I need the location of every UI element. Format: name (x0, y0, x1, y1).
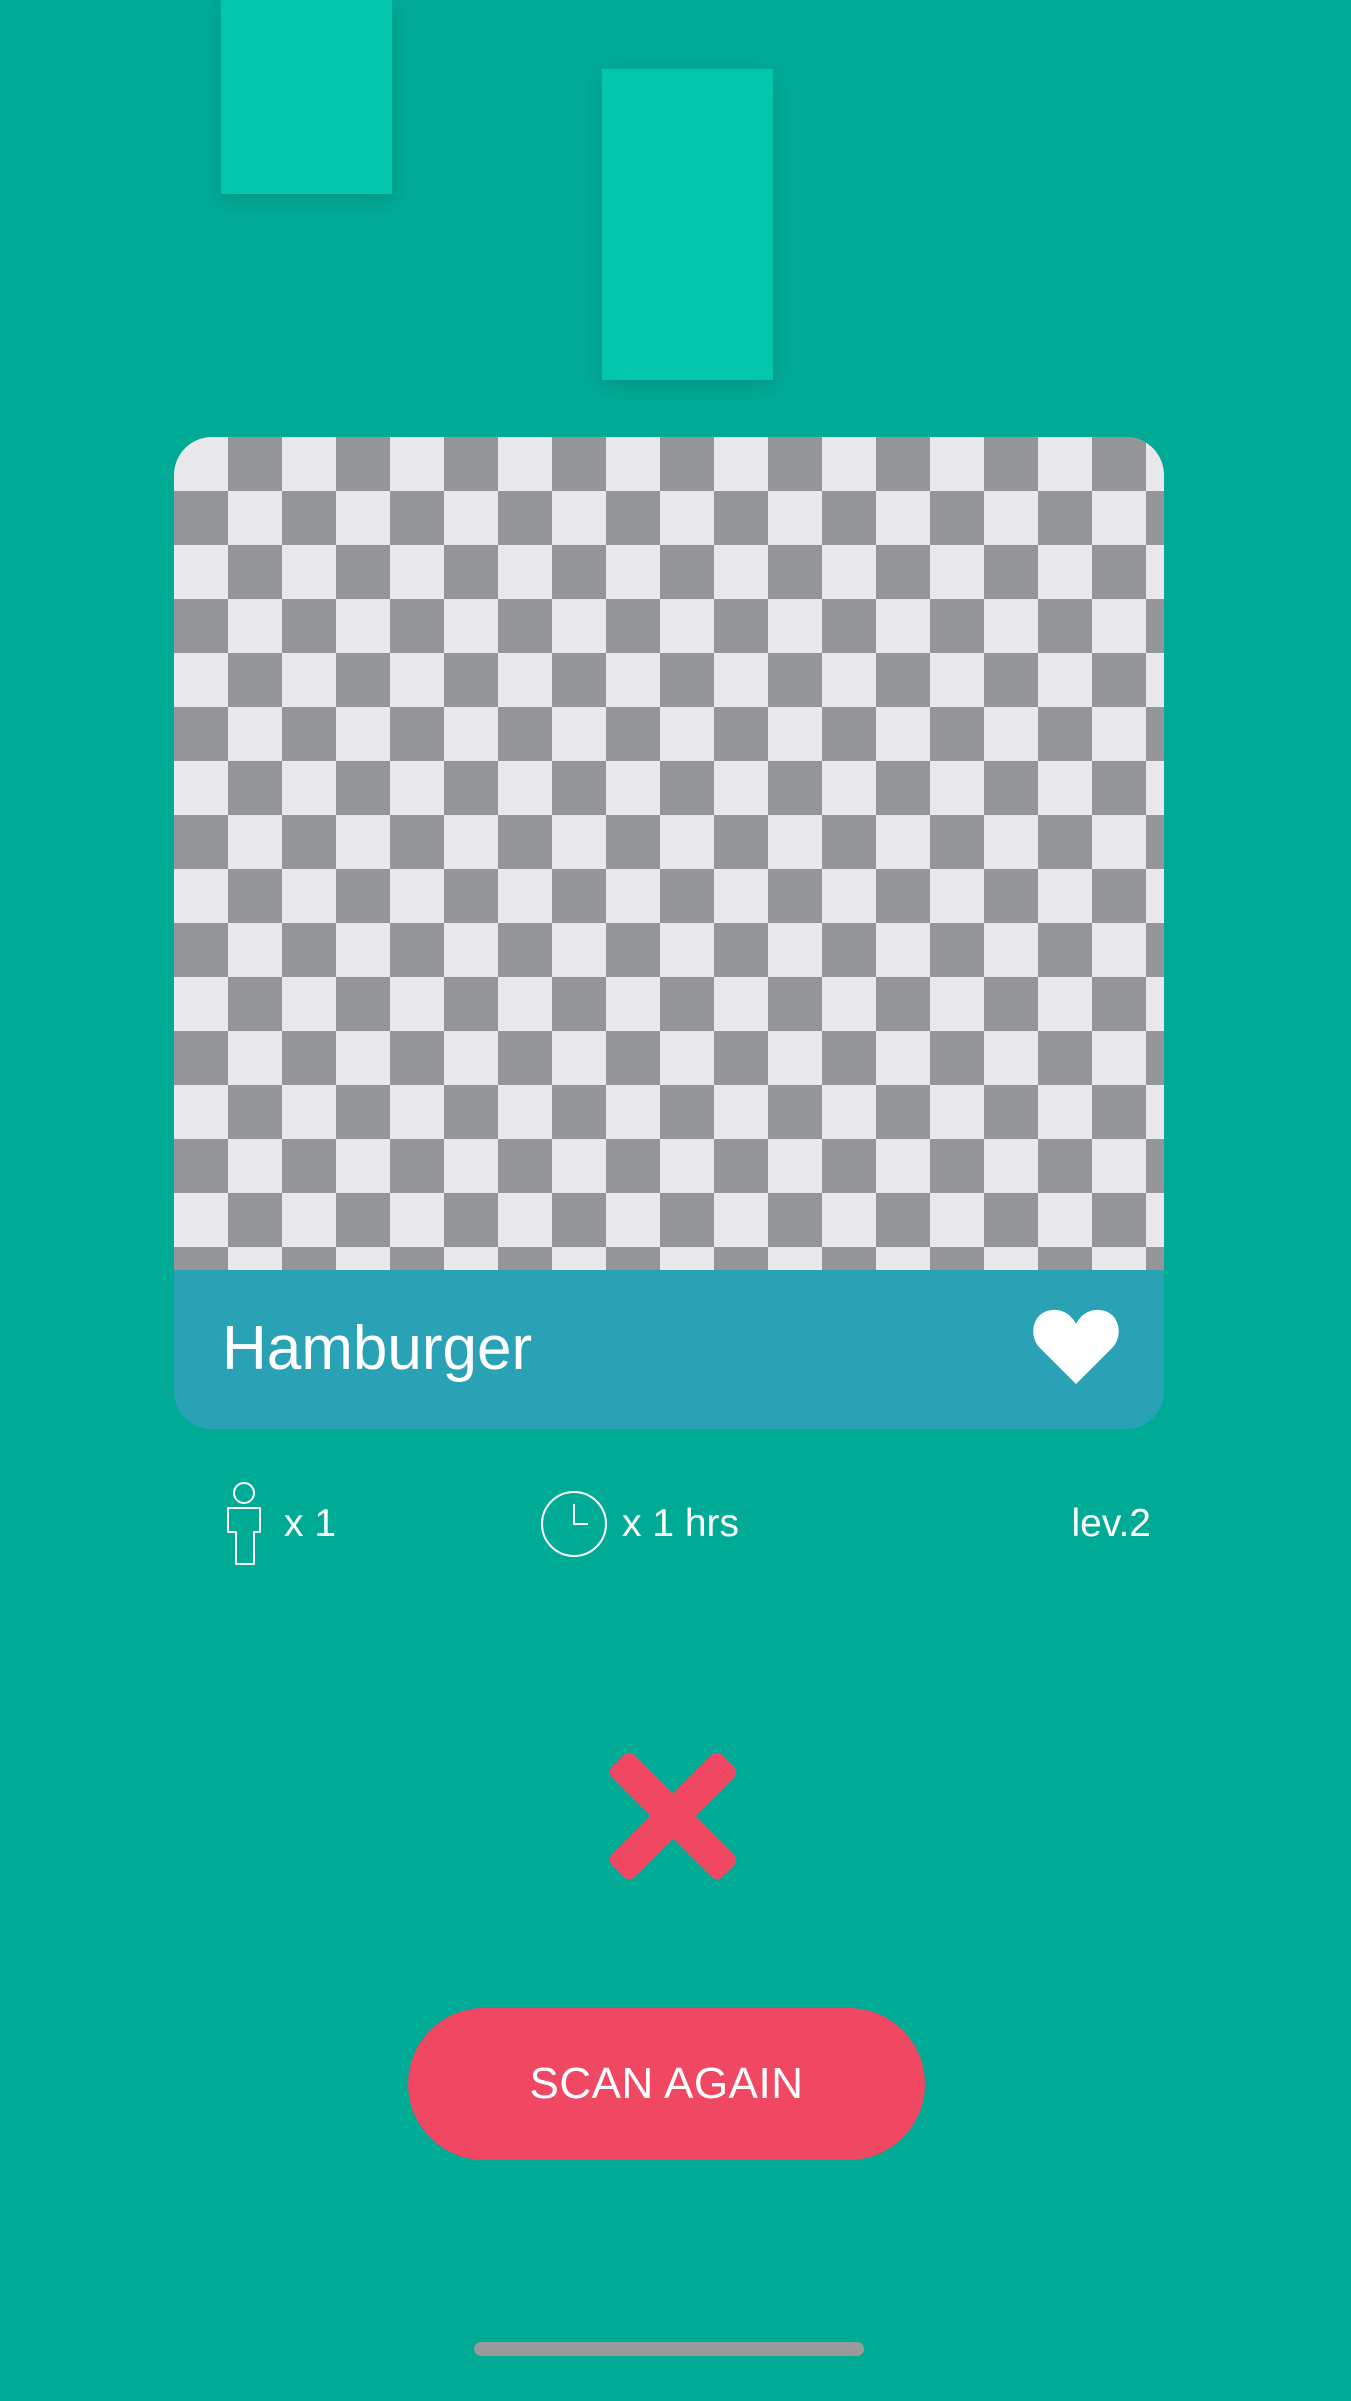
app-screen: Hamburger x 1 x 1 hrs lev.2 SCAN AGAIN (0, 0, 1351, 2401)
recipe-card[interactable]: Hamburger (174, 437, 1164, 1429)
decorative-block-left (221, 0, 392, 194)
recipe-title: Hamburger (222, 1314, 533, 1383)
scan-again-button[interactable]: SCAN AGAIN (408, 2008, 925, 2160)
close-icon[interactable] (592, 1735, 754, 1897)
clock-icon (541, 1491, 607, 1557)
person-icon (227, 1482, 261, 1565)
duration-stat: x 1 hrs (540, 1482, 739, 1566)
duration-value: x 1 hrs (622, 1502, 740, 1545)
servings-stat: x 1 (224, 1482, 336, 1566)
decorative-block-right (602, 69, 773, 380)
home-indicator[interactable] (474, 2342, 864, 2356)
level-value: lev.2 (1071, 1502, 1152, 1545)
level-stat: lev.2 (1072, 1482, 1152, 1566)
recipe-image-placeholder (174, 437, 1164, 1270)
servings-value: x 1 (284, 1502, 337, 1545)
recipe-card-footer: Hamburger (174, 1270, 1164, 1429)
heart-icon[interactable] (1032, 1306, 1120, 1386)
